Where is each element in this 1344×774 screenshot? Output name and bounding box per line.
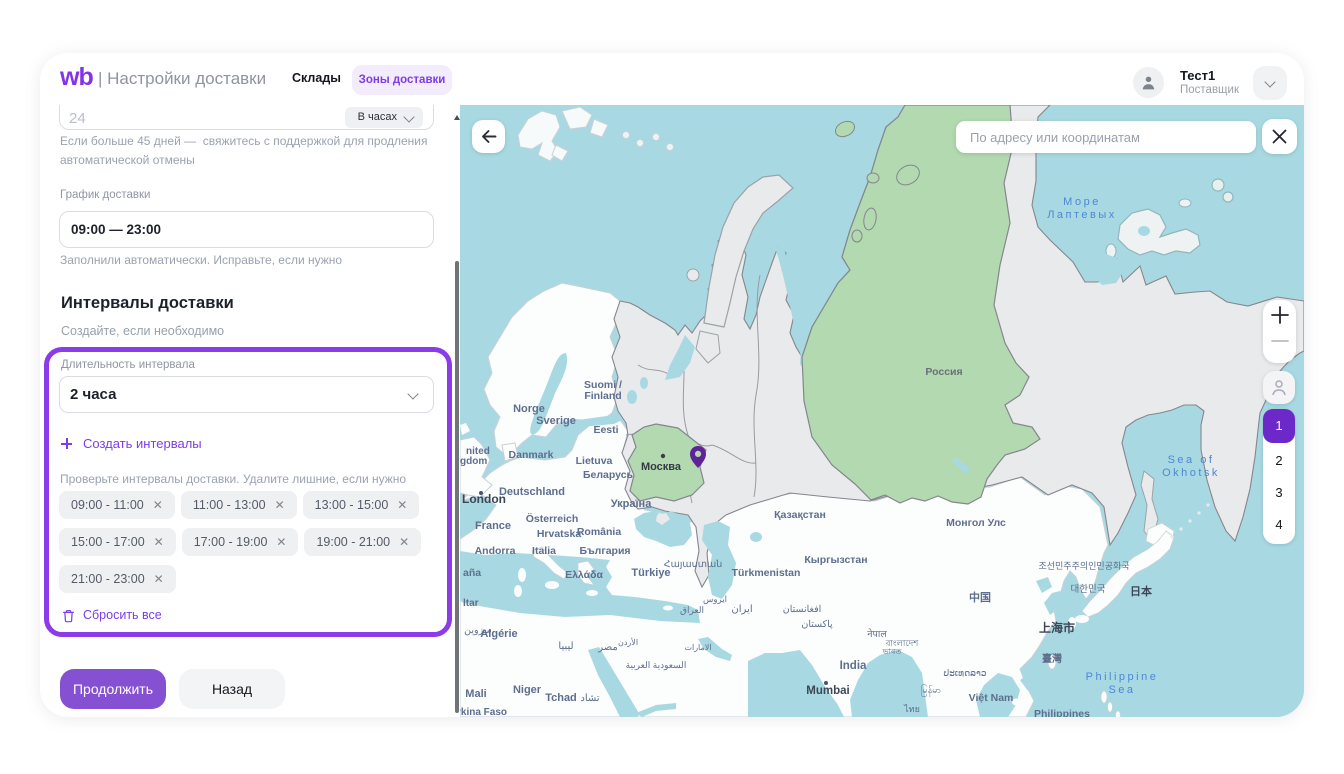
svg-text:臺灣: 臺灣 (1042, 652, 1062, 665)
svg-text:Danmark: Danmark (509, 449, 554, 461)
svg-text:مصر: مصر (597, 642, 618, 653)
svg-text:Eesti: Eesti (593, 424, 618, 436)
svg-text:日本: 日本 (1130, 584, 1152, 598)
svg-text:العراق: العراق (680, 605, 704, 616)
svg-text:Norge: Norge (513, 403, 545, 415)
svg-text:Монгол Улс: Монгол Улс (946, 517, 1006, 529)
svg-text:조선민주주의인민공화국: 조선민주주의인민공화국 (1038, 561, 1129, 571)
svg-text:대한민국: 대한민국 (1071, 584, 1106, 595)
svg-text:上海市: 上海市 (1039, 620, 1075, 635)
svg-text:România: România (577, 526, 622, 538)
svg-text:Finland: Finland (584, 390, 621, 402)
svg-text:Hrvatska: Hrvatska (537, 528, 582, 540)
svg-text:الأردن: الأردن (618, 637, 638, 647)
svg-text:Հայաստան: Հայաստան (664, 559, 722, 570)
svg-text:Кыргызстан: Кыргызстан (804, 554, 867, 566)
svg-text:中国: 中国 (969, 590, 991, 604)
svg-text:Lietuva: Lietuva (576, 455, 613, 467)
svg-text:Москва: Москва (641, 461, 682, 473)
svg-text:Mumbai: Mumbai (806, 685, 849, 697)
svg-text:سزوين: سزوين (464, 625, 492, 636)
svg-text:Türkmenistan: Türkmenistan (732, 567, 801, 579)
svg-text:Море: Море (1063, 196, 1101, 208)
svg-text:Ελλάδα: Ελλάδα (565, 569, 603, 581)
svg-text:France: France (475, 520, 511, 532)
svg-text:ປະເທດລາວ: ປະເທດລາວ (943, 668, 986, 678)
svg-text:Україна: Україна (611, 498, 653, 510)
svg-text:Deutschland: Deutschland (499, 486, 565, 498)
svg-text:ايروس: ايروس (703, 594, 727, 605)
svg-text:ไทย: ไทย (903, 704, 920, 714)
svg-text:الامارات: الامارات (684, 643, 711, 652)
svg-text:Mali: Mali (465, 688, 486, 700)
svg-text:Sea of: Sea of (1168, 454, 1215, 466)
svg-text:پاکستان: پاکستان (801, 619, 833, 630)
svg-text:Niger: Niger (513, 684, 542, 696)
svg-text:Беларусь: Беларусь (583, 469, 634, 481)
svg-text:Tchad: Tchad (545, 692, 577, 704)
svg-text:Italia: Italia (532, 545, 556, 557)
svg-text:Österreich: Österreich (526, 512, 579, 525)
svg-text:تشاد: تشاد (580, 693, 599, 704)
svg-text:ভাৰত: ভাৰত (882, 647, 903, 656)
svg-text:aña: aña (463, 567, 481, 579)
svg-text:Okhotsk: Okhotsk (1162, 467, 1220, 479)
svg-text:India: India (840, 660, 867, 672)
svg-text:ايران: ايران (731, 604, 752, 615)
svg-text:Sverige: Sverige (536, 415, 576, 427)
svg-text:Việt Nam: Việt Nam (969, 692, 1014, 704)
svg-text:ليبيا: ليبيا (558, 641, 573, 652)
svg-text:Philippine: Philippine (1086, 671, 1159, 683)
svg-text:افغانستان: افغانستان (783, 604, 822, 615)
svg-text:Andorra: Andorra (475, 545, 516, 557)
svg-text:السعودية العربية: السعودية العربية (626, 660, 687, 671)
svg-text:България: България (579, 545, 630, 557)
svg-text:ltar: ltar (463, 598, 479, 609)
svg-text:Sea: Sea (1108, 684, 1135, 696)
svg-text:London: London (462, 492, 506, 506)
svg-text:Қазақстан: Қазақстан (774, 509, 826, 521)
svg-text:Россия: Россия (925, 366, 962, 378)
svg-text:gdom: gdom (460, 456, 487, 467)
svg-text:Лаптевых: Лаптевых (1047, 209, 1117, 221)
svg-text:नेपाल: नेपाल (867, 628, 887, 640)
svg-text:rkina Faso: rkina Faso (460, 707, 507, 717)
svg-text:Philippines: Philippines (1034, 708, 1090, 717)
